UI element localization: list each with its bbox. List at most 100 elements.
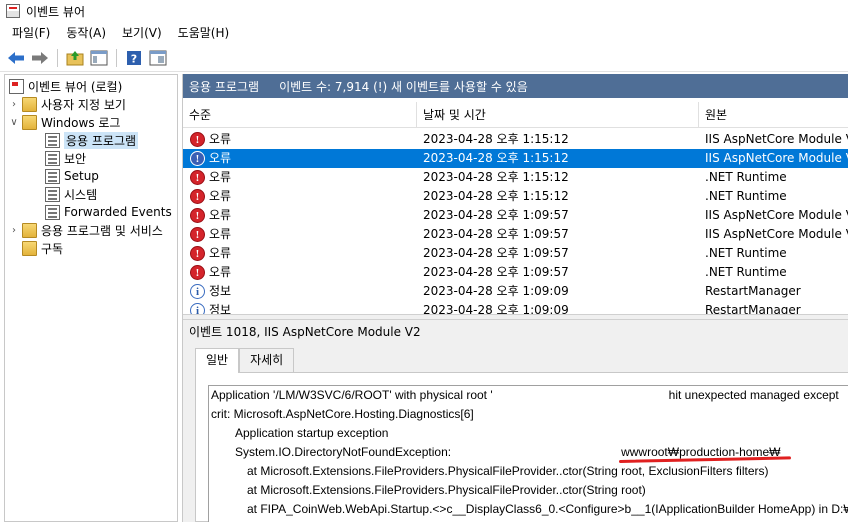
event-detail-title: 이벤트 1018, IIS AspNetCore Module V2 (189, 325, 421, 339)
help-icon[interactable]: ? (124, 48, 144, 68)
tree-item-setup[interactable]: Setup (45, 167, 99, 185)
menu-file[interactable]: 파일(F) (4, 22, 58, 44)
properties-icon[interactable] (148, 48, 168, 68)
tree-item-security[interactable]: 보안 (45, 149, 86, 167)
error-icon: ! (190, 170, 205, 185)
window-title: 이벤트 뷰어 (26, 4, 86, 19)
error-icon: ! (190, 246, 205, 261)
subscriptions-icon (22, 240, 37, 256)
description-line: Application '/LM/W3SVC/6/ROOT' with phys… (211, 386, 839, 405)
tree-item-label: 응용 프로그램 (64, 131, 139, 149)
cell-datetime: 2023-04-28 오후 1:15:12 (423, 189, 569, 203)
cell-source: .NET Runtime (705, 170, 787, 184)
folder-icon (22, 222, 37, 238)
menu-action[interactable]: 동작(A) (58, 22, 114, 44)
table-row[interactable]: ! 오류 2023-04-28 오후 1:09:57 IIS AspNetCore M… (183, 225, 848, 244)
event-viewer-icon (6, 4, 20, 18)
tree-item-windows-logs[interactable]: ∨ Windows 로그 (9, 113, 120, 131)
description-line: Application startup exception (235, 426, 389, 440)
cell-source: IIS AspNetCore Module V2 (705, 208, 848, 222)
cell-datetime: 2023-04-28 오후 1:09:57 (423, 227, 569, 241)
tree-item-label: 응용 프로그램 및 서비스 (41, 223, 163, 238)
description-text: Application '/LM/W3SVC/6/ROOT' with phys… (211, 388, 493, 402)
tab-details[interactable]: 자세히 (239, 348, 295, 372)
cell-source: .NET Runtime (705, 189, 787, 203)
table-row[interactable]: ! 오류 2023-04-28 오후 1:09:57 IIS AspNetCore M… (183, 206, 848, 225)
tab-general[interactable]: 일반 (195, 348, 240, 373)
table-row[interactable]: ! 오류 2023-04-28 오후 1:09:57 .NET Runtime (183, 244, 848, 263)
tree-item-app-services[interactable]: › 응용 프로그램 및 서비스 (9, 221, 163, 239)
tree-item-label: Setup (64, 169, 99, 183)
tree-item-forwarded-events[interactable]: Forwarded Events (45, 203, 172, 221)
table-row[interactable]: i 정보 2023-04-28 오후 1:09:09 RestartManager (183, 282, 848, 301)
cell-level: 정보 (209, 303, 232, 314)
tree-item-label: 시스템 (64, 187, 98, 202)
info-icon: i (190, 284, 205, 299)
cell-level: 오류 (209, 189, 232, 203)
tree-root[interactable]: 이벤트 뷰어 (로컬) (9, 77, 122, 95)
description-line: at Microsoft.Extensions.FileProviders.Ph… (247, 464, 769, 478)
error-icon: ! (190, 151, 205, 166)
back-icon[interactable] (6, 48, 26, 68)
cell-datetime: 2023-04-28 오후 1:09:57 (423, 208, 569, 222)
chevron-right-icon[interactable]: › (9, 225, 19, 236)
table-row[interactable]: i 정보 2023-04-28 오후 1:09:09 RestartManager (183, 301, 848, 314)
cell-level: 오류 (209, 246, 232, 260)
column-header-source[interactable]: 원본 (699, 102, 848, 128)
cell-datetime: 2023-04-28 오후 1:15:12 (423, 132, 569, 146)
menu-bar: 파일(F) 동작(A) 보기(V) 도움말(H) (0, 22, 848, 44)
cell-level: 정보 (209, 284, 232, 298)
cell-level: 오류 (209, 227, 232, 241)
cell-datetime: 2023-04-28 오후 1:15:12 (423, 170, 569, 184)
column-header-datetime[interactable]: 날짜 및 시간 (417, 102, 699, 128)
tree-item-application[interactable]: 응용 프로그램 (45, 131, 139, 149)
cell-datetime: 2023-04-28 오후 1:09:09 (423, 303, 569, 314)
description-text: hit unexpected managed except (668, 388, 839, 402)
tree-item-label: 구독 (41, 241, 64, 256)
error-icon: ! (190, 265, 205, 280)
error-icon: ! (190, 189, 205, 204)
cell-datetime: 2023-04-28 오후 1:09:09 (423, 284, 569, 298)
table-row[interactable]: ! 오류 2023-04-28 오후 1:15:12 IIS AspNetCore M… (183, 149, 848, 168)
info-icon: i (190, 303, 205, 314)
panel-header: 응용 프로그램 이벤트 수: 7,914 (!) 새 이벤트를 사용할 수 있음 (183, 74, 848, 98)
tree-item-label: 사용자 지정 보기 (41, 97, 126, 112)
column-header-level[interactable]: 수준 (183, 102, 417, 128)
tree-item-subscriptions[interactable]: 구독 (22, 239, 63, 257)
cell-source: IIS AspNetCore Module V2 (705, 151, 848, 165)
description-line: crit: Microsoft.AspNetCore.Hosting.Diagn… (211, 407, 474, 421)
table-row[interactable]: ! 오류 2023-04-28 오후 1:15:12 .NET Runtime (183, 187, 848, 206)
menu-help[interactable]: 도움말(H) (170, 22, 238, 44)
tree-item-label: Forwarded Events (64, 205, 172, 219)
cell-level: 오류 (209, 265, 232, 279)
event-detail-pane: 이벤트 1018, IIS AspNetCore Module V2 일반 자세… (183, 320, 848, 522)
log-icon (45, 186, 60, 202)
cell-level: 오류 (209, 132, 232, 146)
event-list: 수준 날짜 및 시간 원본 ! 오류 2023-04-28 오후 1:15:12 II… (183, 102, 848, 314)
description-text: System.IO.DirectoryNotFoundException: (235, 445, 452, 459)
tree-item-system[interactable]: 시스템 (45, 185, 97, 203)
cell-source: .NET Runtime (705, 246, 787, 260)
cell-level: 오류 (209, 170, 232, 184)
log-icon (45, 204, 60, 220)
table-row[interactable]: ! 오류 2023-04-28 오후 1:15:12 IIS AspNetCore M… (183, 130, 848, 149)
forward-icon[interactable] (30, 48, 50, 68)
up-icon[interactable] (65, 48, 85, 68)
table-row[interactable]: ! 오류 2023-04-28 오후 1:15:12 .NET Runtime (183, 168, 848, 187)
menu-view[interactable]: 보기(V) (114, 22, 170, 44)
log-icon (45, 150, 60, 166)
table-row[interactable]: ! 오류 2023-04-28 오후 1:09:57 .NET Runtime (183, 263, 848, 282)
tree-root-label: 이벤트 뷰어 (로컬) (28, 79, 123, 94)
chevron-right-icon[interactable]: › (9, 99, 19, 110)
results-pane: 응용 프로그램 이벤트 수: 7,914 (!) 새 이벤트를 사용할 수 있음… (182, 74, 848, 522)
cell-datetime: 2023-04-28 오후 1:15:12 (423, 151, 569, 165)
cell-level: 오류 (209, 151, 232, 165)
event-description[interactable]: Application '/LM/W3SVC/6/ROOT' with phys… (208, 385, 848, 522)
description-line: at FIPA_CoinWeb.WebApi.Startup.<>c__Disp… (247, 502, 848, 516)
chevron-down-icon[interactable]: ∨ (9, 117, 19, 128)
tree-item-custom-views[interactable]: › 사용자 지정 보기 (9, 95, 126, 113)
cell-level: 오류 (209, 208, 232, 222)
tab-general-body: Application '/LM/W3SVC/6/ROOT' with phys… (195, 372, 848, 522)
folder-icon (22, 114, 37, 130)
show-hide-tree-icon[interactable] (89, 48, 109, 68)
